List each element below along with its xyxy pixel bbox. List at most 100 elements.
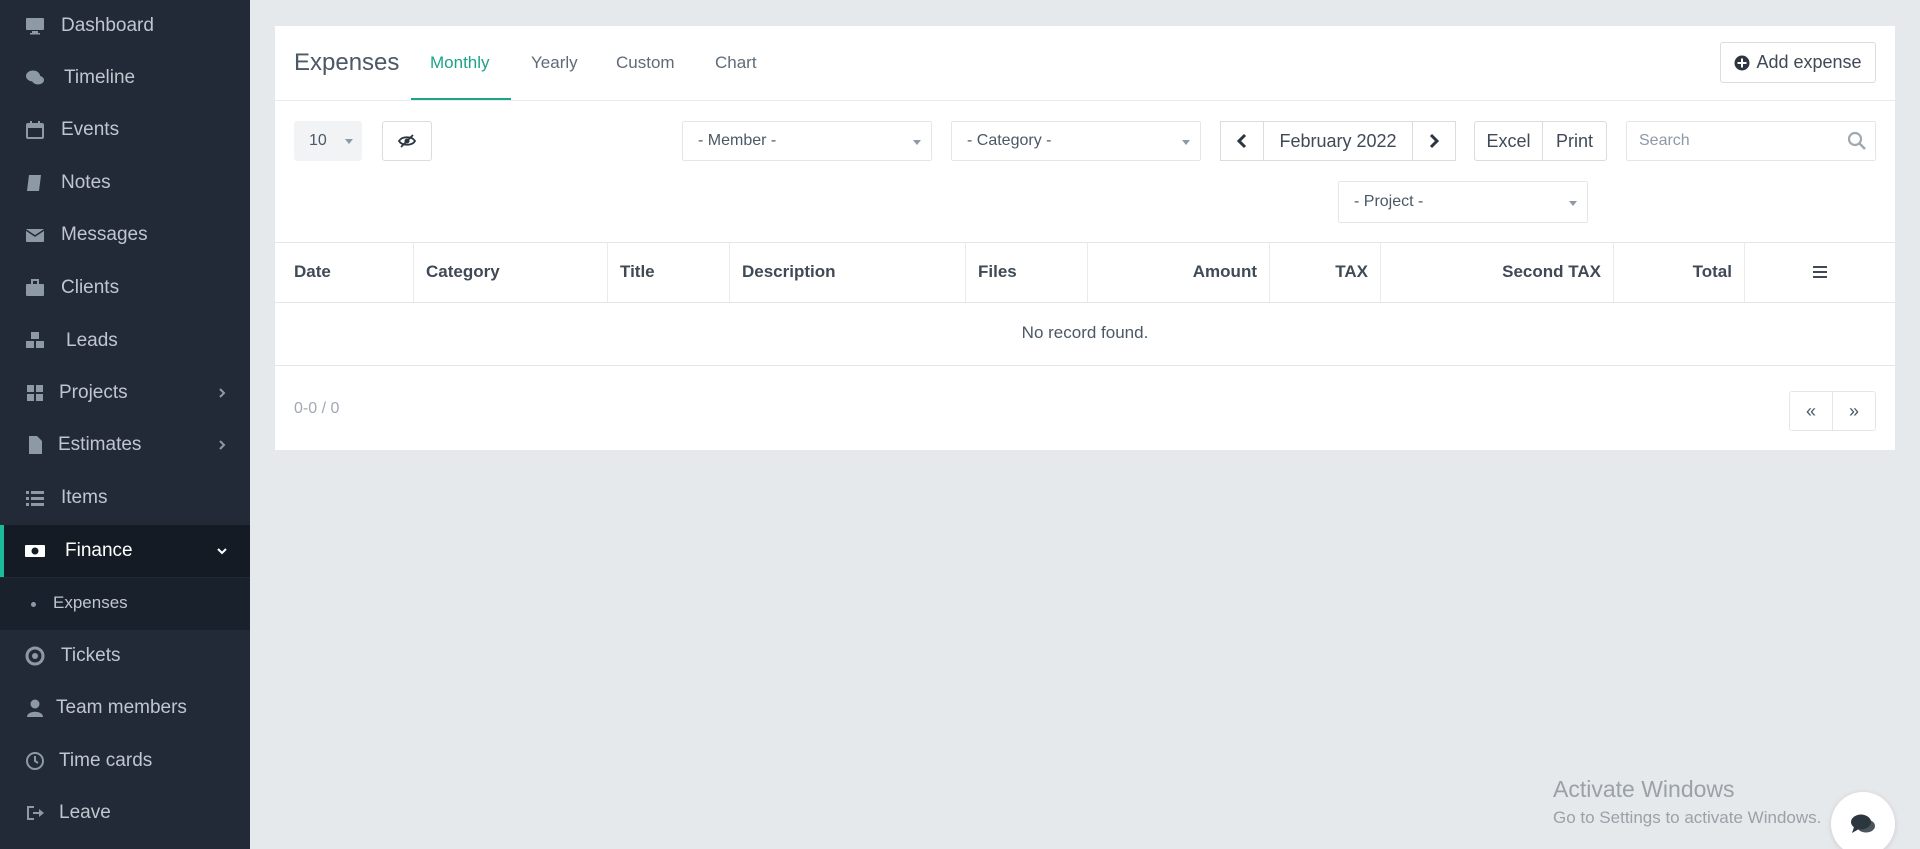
- sidebar-item-team-members[interactable]: Team members: [0, 682, 250, 734]
- activate-windows-watermark-title: Activate Windows: [1553, 776, 1735, 802]
- category-select-value: - Category -: [967, 132, 1052, 149]
- eye-slash-icon: [398, 134, 416, 148]
- sidebar-item-label: Team members: [56, 697, 187, 718]
- tab-custom[interactable]: Custom: [616, 53, 675, 73]
- chevron-right-icon: [1429, 133, 1440, 149]
- column-header-files[interactable]: Files: [966, 242, 1088, 302]
- chat-button[interactable]: [1831, 792, 1895, 849]
- project-select-value: - Project -: [1354, 193, 1424, 210]
- column-header-date[interactable]: Date: [275, 242, 414, 302]
- tab-monthly[interactable]: Monthly: [430, 53, 490, 73]
- comments-icon: [24, 67, 46, 89]
- caret-down-icon: [913, 140, 921, 145]
- chevron-down-icon: [216, 545, 228, 557]
- sidebar-item-label: Finance: [65, 540, 133, 561]
- file-icon: [24, 434, 46, 456]
- book-icon: [24, 172, 46, 194]
- sidebar-item-timeline[interactable]: Timeline: [0, 52, 250, 104]
- project-select[interactable]: - Project -: [1338, 181, 1588, 223]
- life-ring-icon: [24, 645, 46, 667]
- sidebar-item-label: Leave: [59, 802, 111, 823]
- sidebar-item-label: Tickets: [61, 645, 121, 666]
- sidebar-item-label: Items: [61, 487, 108, 508]
- add-expense-button[interactable]: Add expense: [1720, 42, 1876, 83]
- menu-icon: [1813, 266, 1827, 278]
- sidebar-item-items[interactable]: Items: [0, 472, 250, 524]
- briefcase-icon: [24, 277, 46, 299]
- excel-button[interactable]: Excel: [1474, 121, 1543, 161]
- search-icon[interactable]: [1847, 131, 1867, 151]
- sidebar-item-notes[interactable]: Notes: [0, 157, 250, 209]
- clock-icon: [24, 750, 46, 772]
- column-header-title[interactable]: Title: [608, 242, 730, 302]
- member-select[interactable]: - Member -: [682, 121, 932, 161]
- sidebar-item-finance[interactable]: Finance: [0, 525, 250, 577]
- chevron-right-icon: [216, 387, 228, 399]
- caret-down-icon: [345, 139, 353, 144]
- sidebar-item-leave[interactable]: Leave: [0, 787, 250, 839]
- column-header-description[interactable]: Description: [730, 242, 966, 302]
- add-expense-label: Add expense: [1756, 52, 1862, 72]
- sidebar-item-label: Notes: [61, 172, 111, 193]
- sidebar-item-clients[interactable]: Clients: [0, 262, 250, 314]
- user-icon: [24, 697, 46, 719]
- page-size-value: 10: [309, 132, 327, 149]
- column-header-total[interactable]: Total: [1614, 242, 1745, 302]
- sidebar-submenu-expenses[interactable]: Expenses: [0, 578, 250, 630]
- page-size-select[interactable]: 10: [294, 121, 362, 161]
- sign-out-icon: [24, 802, 46, 824]
- chevron-right-icon: [216, 439, 228, 451]
- period-label: February 2022: [1263, 121, 1413, 161]
- cubes-icon: [24, 330, 46, 352]
- sidebar-item-label: Messages: [61, 224, 148, 245]
- caret-down-icon: [1182, 140, 1190, 145]
- sidebar-item-dashboard[interactable]: Dashboard: [0, 0, 250, 52]
- sidebar-item-leads[interactable]: Leads: [0, 315, 250, 367]
- empty-table-message: No record found.: [1021, 323, 1149, 342]
- sidebar-item-tickets[interactable]: Tickets: [0, 630, 250, 682]
- column-header-category[interactable]: Category: [414, 242, 608, 302]
- monitor-icon: [24, 15, 46, 37]
- submenu-label: Expenses: [53, 593, 128, 612]
- next-period-button[interactable]: [1412, 121, 1456, 161]
- previous-period-button[interactable]: [1220, 121, 1264, 161]
- money-icon: [24, 540, 46, 562]
- sidebar-item-messages[interactable]: Messages: [0, 209, 250, 261]
- expenses-panel: Expenses Monthly Yearly Custom Chart Add…: [275, 26, 1895, 450]
- sidebar-item-estimates[interactable]: Estimates: [0, 419, 250, 471]
- tab-yearly[interactable]: Yearly: [531, 53, 578, 73]
- page-title: Expenses: [294, 49, 400, 76]
- sidebar-item-events[interactable]: Events: [0, 104, 250, 156]
- column-header-tax[interactable]: TAX: [1270, 242, 1381, 302]
- tab-chart[interactable]: Chart: [715, 53, 757, 73]
- pagination-next-button[interactable]: »: [1832, 391, 1876, 431]
- sidebar-item-label: Clients: [61, 277, 120, 298]
- sidebar-item-label: Estimates: [58, 434, 142, 455]
- pagination-previous-button[interactable]: «: [1789, 391, 1833, 431]
- sidebar-item-label: Time cards: [59, 750, 153, 771]
- category-select[interactable]: - Category -: [951, 121, 1201, 161]
- column-header-amount[interactable]: Amount: [1088, 242, 1270, 302]
- sidebar-item-label: Timeline: [64, 67, 136, 88]
- search-box: [1626, 121, 1876, 161]
- divider: [275, 365, 1895, 366]
- search-input[interactable]: [1627, 122, 1827, 160]
- envelope-icon: [24, 224, 46, 246]
- column-options-button[interactable]: [1745, 242, 1895, 302]
- column-header-second-tax[interactable]: Second TAX: [1381, 242, 1614, 302]
- sidebar-item-label: Leads: [66, 330, 118, 351]
- grid-icon: [24, 382, 46, 404]
- toggle-columns-button[interactable]: [382, 121, 432, 161]
- pagination-info: 0-0 / 0: [294, 400, 340, 417]
- sidebar-item-projects[interactable]: Projects: [0, 367, 250, 419]
- sidebar-item-time-cards[interactable]: Time cards: [0, 735, 250, 787]
- bullet-icon: [31, 602, 36, 607]
- divider: [275, 100, 1895, 101]
- sidebar: Dashboard Timeline Events Notes Messages…: [0, 0, 250, 849]
- sidebar-item-label: Projects: [59, 382, 128, 403]
- sidebar-item-label: Dashboard: [61, 15, 154, 36]
- print-button[interactable]: Print: [1542, 121, 1607, 161]
- sidebar-item-label: Events: [61, 119, 120, 140]
- chevron-left-icon: [1236, 133, 1247, 149]
- calendar-icon: [24, 119, 46, 141]
